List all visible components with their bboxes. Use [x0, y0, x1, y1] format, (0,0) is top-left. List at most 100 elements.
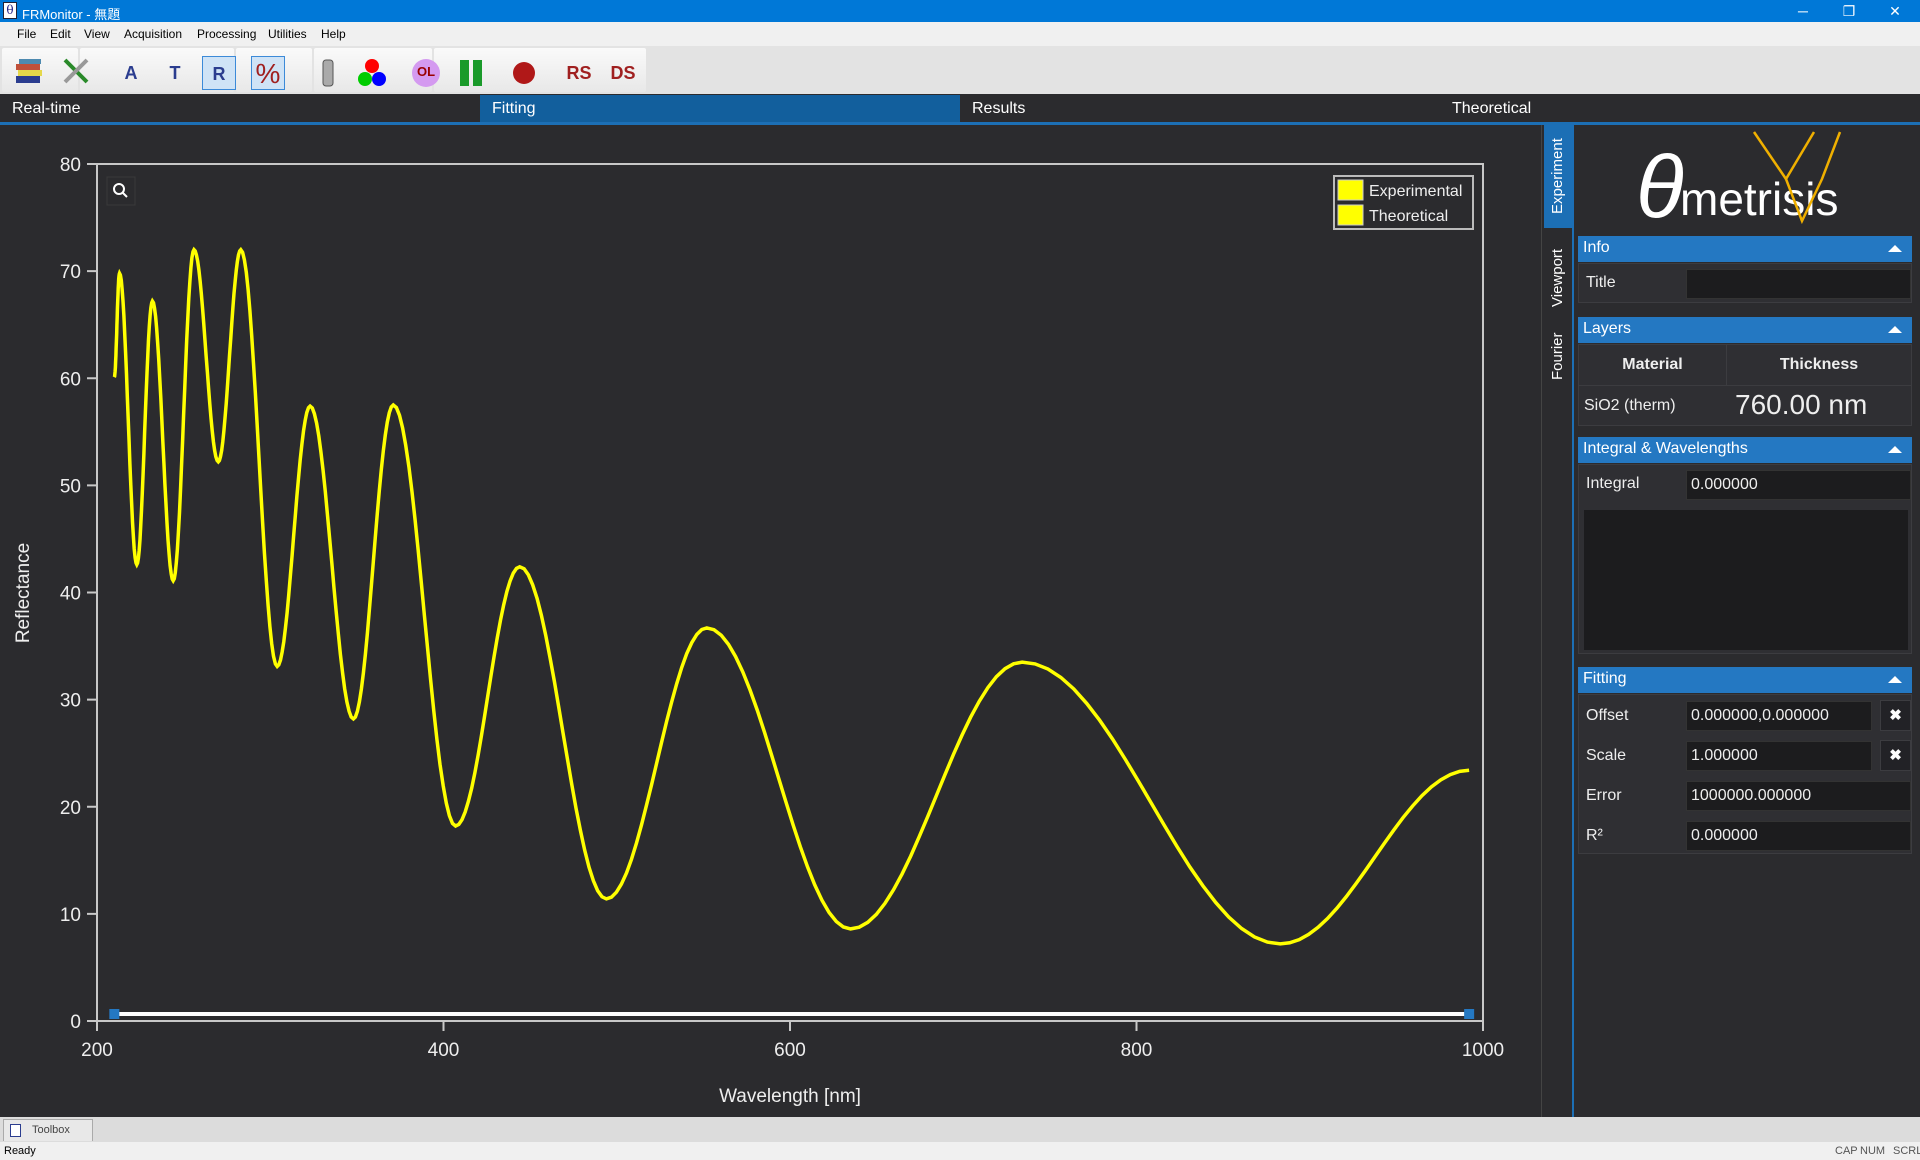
fitting-section-header[interactable]: Fitting: [1578, 667, 1912, 693]
document-icon: [10, 1124, 21, 1137]
table-row[interactable]: SiO2 (therm) 760.00 nm: [1579, 385, 1911, 425]
minimize-button[interactable]: ─: [1780, 0, 1826, 22]
offset-label: Offset: [1586, 707, 1629, 724]
integral-input[interactable]: 0.000000: [1686, 470, 1911, 500]
thickness-cell[interactable]: 760.00 nm: [1735, 389, 1867, 421]
zoom-button[interactable]: [106, 176, 136, 206]
range-slider[interactable]: [109, 1009, 1475, 1019]
toolbox-tab[interactable]: Toolbox: [3, 1119, 93, 1141]
record-icon[interactable]: [507, 56, 541, 90]
layers-table: Material Thickness SiO2 (therm) 760.00 n…: [1578, 344, 1912, 426]
menu-help[interactable]: Help: [321, 27, 346, 41]
error-value: 1000000.000000: [1686, 781, 1911, 811]
scale-input[interactable]: 1.000000: [1686, 741, 1872, 771]
toolbar: A T R % OL RS DS: [0, 46, 1920, 94]
collapse-arrow-icon[interactable]: [1888, 326, 1902, 333]
menu-processing[interactable]: Processing: [197, 27, 256, 41]
y-tick-label: 40: [60, 584, 81, 605]
info-section-header[interactable]: Info: [1578, 236, 1912, 262]
svg-text:θ: θ: [1636, 137, 1684, 235]
collapse-arrow-icon[interactable]: [1888, 245, 1902, 252]
menu-file[interactable]: File: [17, 27, 36, 41]
x-tick-label: 200: [81, 1040, 113, 1061]
chart-area: 200 400 600 800 1000 0 10 20 30 40 50 60 70 80 Experi…: [0, 125, 1542, 1117]
restore-button[interactable]: ❐: [1826, 0, 1872, 22]
y-tick-label: 70: [60, 262, 81, 283]
status-text: Ready: [4, 1145, 36, 1157]
menu-view[interactable]: View: [84, 27, 110, 41]
legend-swatch-theoretical: [1337, 204, 1364, 226]
legend-experimental: Experimental: [1369, 183, 1462, 200]
layers-header-label: Layers: [1583, 320, 1632, 337]
title-input[interactable]: [1686, 269, 1911, 299]
x-tick-label: 800: [1121, 1040, 1153, 1061]
rs-button[interactable]: RS: [562, 56, 596, 90]
tab-real-time[interactable]: Real-time: [0, 95, 480, 122]
integral-label: Integral: [1586, 475, 1640, 492]
title-label: Title: [1586, 274, 1616, 291]
range-handle[interactable]: [1464, 1009, 1475, 1019]
cap-indicator: CAP: [1835, 1145, 1858, 1157]
tab-fitting[interactable]: Fitting: [480, 95, 960, 122]
scale-label: Scale: [1586, 747, 1627, 764]
y-tick-label: 60: [60, 369, 81, 390]
reflectance-button[interactable]: R: [202, 56, 236, 90]
fitting-header-label: Fitting: [1583, 670, 1627, 687]
reflectance-chart[interactable]: 200 400 600 800 1000 0 10 20 30 40 50 60 70 80 Experi…: [0, 125, 1542, 1117]
integral-header-label: Integral & Wavelengths: [1583, 440, 1748, 457]
info-header-label: Info: [1583, 239, 1610, 256]
toolbox-label: Toolbox: [32, 1124, 70, 1136]
app-theta-icon: θ: [3, 2, 17, 19]
y-tick-label: 80: [60, 155, 81, 176]
fitting-section: Offset 0.000000,0.000000 ✖ Scale 1.00000…: [1578, 694, 1912, 854]
main-tabs: Real-time Fitting Results Theoretical: [0, 95, 1920, 125]
legend-theoretical: Theoretical: [1369, 208, 1448, 225]
tab-viewport[interactable]: Viewport: [1544, 239, 1572, 316]
ds-button[interactable]: DS: [606, 56, 640, 90]
clear-offset-button[interactable]: ✖: [1880, 700, 1911, 731]
collapse-arrow-icon[interactable]: [1888, 676, 1902, 683]
x-axis-label: Wavelength [nm]: [719, 1086, 861, 1107]
menu-bar: File Edit View Acquisition Processing Ut…: [0, 22, 1920, 46]
side-tabs: Experiment Viewport Fourier: [1542, 125, 1574, 1117]
close-button[interactable]: ✕: [1872, 0, 1918, 22]
tools-icon[interactable]: [59, 54, 93, 88]
tab-theoretical[interactable]: Theoretical: [1440, 95, 1920, 122]
status-bar: Ready CAP NUM SCRL: [0, 1142, 1920, 1160]
y-tick-label: 50: [60, 476, 81, 497]
column-header-thickness: Thickness: [1779, 356, 1859, 373]
window-title: FRMonitor - 無題: [22, 7, 121, 22]
tab-experiment[interactable]: Experiment: [1544, 125, 1572, 228]
books-icon[interactable]: [12, 54, 46, 88]
y-tick-label: 20: [60, 798, 81, 819]
material-cell: SiO2 (therm): [1584, 397, 1676, 414]
legend-swatch-experimental: [1337, 179, 1364, 201]
y-tick-label: 30: [60, 691, 81, 712]
collapse-arrow-icon[interactable]: [1888, 446, 1902, 453]
tab-results[interactable]: Results: [960, 95, 1440, 122]
transmittance-button[interactable]: T: [158, 56, 192, 90]
layers-section-header[interactable]: Layers: [1578, 317, 1912, 343]
x-tick-label: 1000: [1462, 1040, 1504, 1061]
absorbance-button[interactable]: A: [114, 56, 148, 90]
menu-edit[interactable]: Edit: [50, 27, 71, 41]
r2-label: R²: [1586, 827, 1603, 844]
offset-input[interactable]: 0.000000,0.000000: [1686, 701, 1872, 731]
clear-scale-button[interactable]: ✖: [1880, 740, 1911, 771]
tab-fourier[interactable]: Fourier: [1544, 324, 1572, 389]
pause-icon[interactable]: [454, 56, 488, 90]
legend: Experimental Theoretical: [1333, 175, 1474, 230]
menu-utilities[interactable]: Utilities: [268, 27, 307, 41]
integral-section-header[interactable]: Integral & Wavelengths: [1578, 437, 1912, 463]
range-handle[interactable]: [109, 1009, 120, 1019]
lamp-tube-icon[interactable]: [311, 56, 345, 90]
overlay-button[interactable]: OL: [409, 56, 443, 90]
menu-acquisition[interactable]: Acquisition: [124, 27, 182, 41]
experiment-panel: θ metrisis Info Title Layers Material Th…: [1576, 125, 1920, 1117]
rgb-circles-icon[interactable]: [355, 56, 389, 90]
column-header-material: Material: [1579, 345, 1727, 385]
metrisis-logo: θ metrisis: [1636, 131, 1842, 235]
wavelengths-list[interactable]: [1584, 510, 1908, 650]
integral-section: Integral 0.000000: [1578, 464, 1912, 654]
percent-button[interactable]: %: [251, 56, 285, 90]
